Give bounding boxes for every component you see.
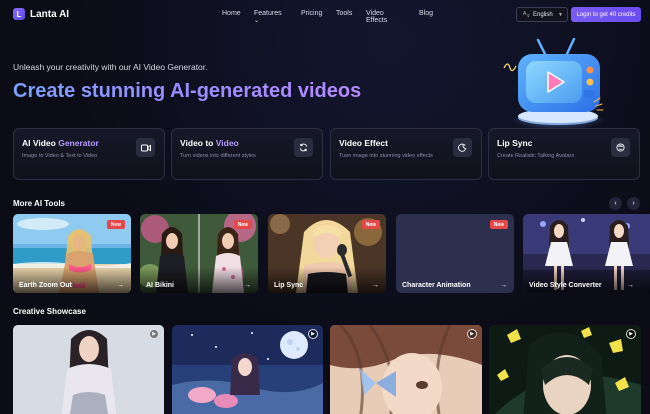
card-shade xyxy=(268,267,386,293)
nav-video-effects[interactable]: Video Effects xyxy=(366,10,387,24)
feature-title-highlight: Video xyxy=(215,138,239,148)
chevron-down-icon: ⌄ xyxy=(254,18,260,24)
feature-title: AI Video Generator xyxy=(22,138,99,148)
nav-home[interactable]: Home xyxy=(222,10,241,17)
refresh-icon xyxy=(294,138,313,157)
tool-label: Character Animation xyxy=(402,282,471,289)
tool-card-character-animation[interactable]: New Character Animation → xyxy=(396,214,514,293)
nav-features[interactable]: Features ⌄ xyxy=(254,10,282,24)
logo-icon: L xyxy=(13,8,25,20)
feature-card-video-effect[interactable]: Video Effect Tuen image into stunning vi… xyxy=(330,128,482,180)
tool-label: Video Style Converter xyxy=(529,282,602,289)
showcase-thumbnail xyxy=(13,325,164,414)
top-nav: L Lanta AI Home Features ⌄ Pricing Tools… xyxy=(0,0,650,30)
feature-title-highlight: Generator xyxy=(58,138,99,148)
showcase-item[interactable]: ▶ xyxy=(172,325,323,414)
new-badge: New xyxy=(106,220,125,229)
showcase-item[interactable]: ▶ xyxy=(489,325,641,414)
hero-subtitle: Unleash your creativity with our AI Vide… xyxy=(13,62,208,72)
feature-title-plain: Video Effect xyxy=(339,138,388,148)
showcase-thumbnail xyxy=(330,325,482,414)
tv-illustration xyxy=(496,36,614,130)
new-badge: New xyxy=(489,220,508,229)
chevron-down-icon: ▼ xyxy=(558,11,563,18)
nav-blog[interactable]: Blog xyxy=(419,10,433,17)
showcase-title: Creative Showcase xyxy=(13,307,86,316)
face-icon xyxy=(611,138,630,157)
tool-label: AI Bikini xyxy=(146,282,175,289)
play-icon[interactable]: ▶ xyxy=(467,329,477,339)
magic-moon-icon xyxy=(453,138,472,157)
feature-title-plain: Lip Sync xyxy=(497,138,533,148)
showcase-thumbnail xyxy=(172,325,323,414)
carousel-prev-button[interactable]: ‹ xyxy=(609,197,622,210)
showcase-thumbnail xyxy=(489,325,641,414)
play-icon[interactable]: ▶ xyxy=(308,329,318,339)
more-tools-title: More AI Tools xyxy=(13,199,65,208)
feature-title-plain: Video to xyxy=(180,138,216,148)
feature-card-ai-video-generator[interactable]: AI Video Generator Image to Video & Text… xyxy=(13,128,165,180)
new-badge: New xyxy=(233,220,252,229)
arrow-right-icon: → xyxy=(500,282,507,289)
svg-text:文: 文 xyxy=(527,13,531,17)
card-shade xyxy=(523,267,650,293)
feature-card-video-to-video[interactable]: Video to Video Turn videos into differen… xyxy=(171,128,323,180)
nav-tools[interactable]: Tools xyxy=(336,10,352,17)
play-icon[interactable]: ▶ xyxy=(149,329,159,339)
feature-title: Lip Sync xyxy=(497,138,532,148)
nav-features-label: Features xyxy=(254,10,282,17)
hero-title: Create stunning AI-generated videos xyxy=(13,80,362,102)
play-icon[interactable]: ▶ xyxy=(626,329,636,339)
video-camera-icon xyxy=(136,138,155,157)
tool-card-lip-sync[interactable]: New Lip Sync → xyxy=(268,214,386,293)
logo-text: Lanta AI xyxy=(30,8,70,20)
new-badge: New xyxy=(361,220,380,229)
logo[interactable]: L Lanta AI xyxy=(13,8,69,20)
tool-card-ai-bikini[interactable]: New AI Bikini → xyxy=(140,214,258,293)
feature-title: Video to Video xyxy=(180,138,239,148)
login-button[interactable]: Login to get 40 credits xyxy=(571,7,641,22)
feature-description: Tuen image into stunning video effects xyxy=(339,153,433,159)
arrow-right-icon: → xyxy=(372,282,379,289)
feature-card-lip-sync[interactable]: Lip Sync Create Realistic Talking Avatar… xyxy=(488,128,640,180)
card-shade xyxy=(140,267,258,293)
translate-icon: A文 xyxy=(523,10,531,19)
tool-label: Earth Zoom Out xyxy=(19,282,72,289)
feature-title-plain: AI Video xyxy=(22,138,59,148)
language-label: English xyxy=(533,11,553,18)
showcase-item[interactable]: ▶ xyxy=(13,325,164,414)
feature-description: Turn videos into different styles xyxy=(180,153,256,159)
showcase-item[interactable]: ▶ xyxy=(330,325,482,414)
language-selector[interactable]: A文 English ▼ xyxy=(516,7,568,22)
feature-description: Create Realistic Talking Avatars xyxy=(497,153,575,159)
tool-card-video-style-converter[interactable]: Video Style Converter → xyxy=(523,214,650,293)
arrow-right-icon: → xyxy=(244,282,251,289)
tool-label: Lip Sync xyxy=(274,282,304,289)
arrow-right-icon: → xyxy=(627,282,634,289)
page: L Lanta AI Home Features ⌄ Pricing Tools… xyxy=(0,0,650,414)
feature-description: Image to Video & Text to Video xyxy=(22,153,98,159)
nav-pricing[interactable]: Pricing xyxy=(301,10,322,17)
feature-title: Video Effect xyxy=(339,138,388,148)
carousel-next-button[interactable]: › xyxy=(627,197,640,210)
card-shade xyxy=(13,267,131,293)
arrow-right-icon: → xyxy=(117,282,124,289)
tool-card-earth-zoom-out[interactable]: New Earth Zoom Out → xyxy=(13,214,131,293)
